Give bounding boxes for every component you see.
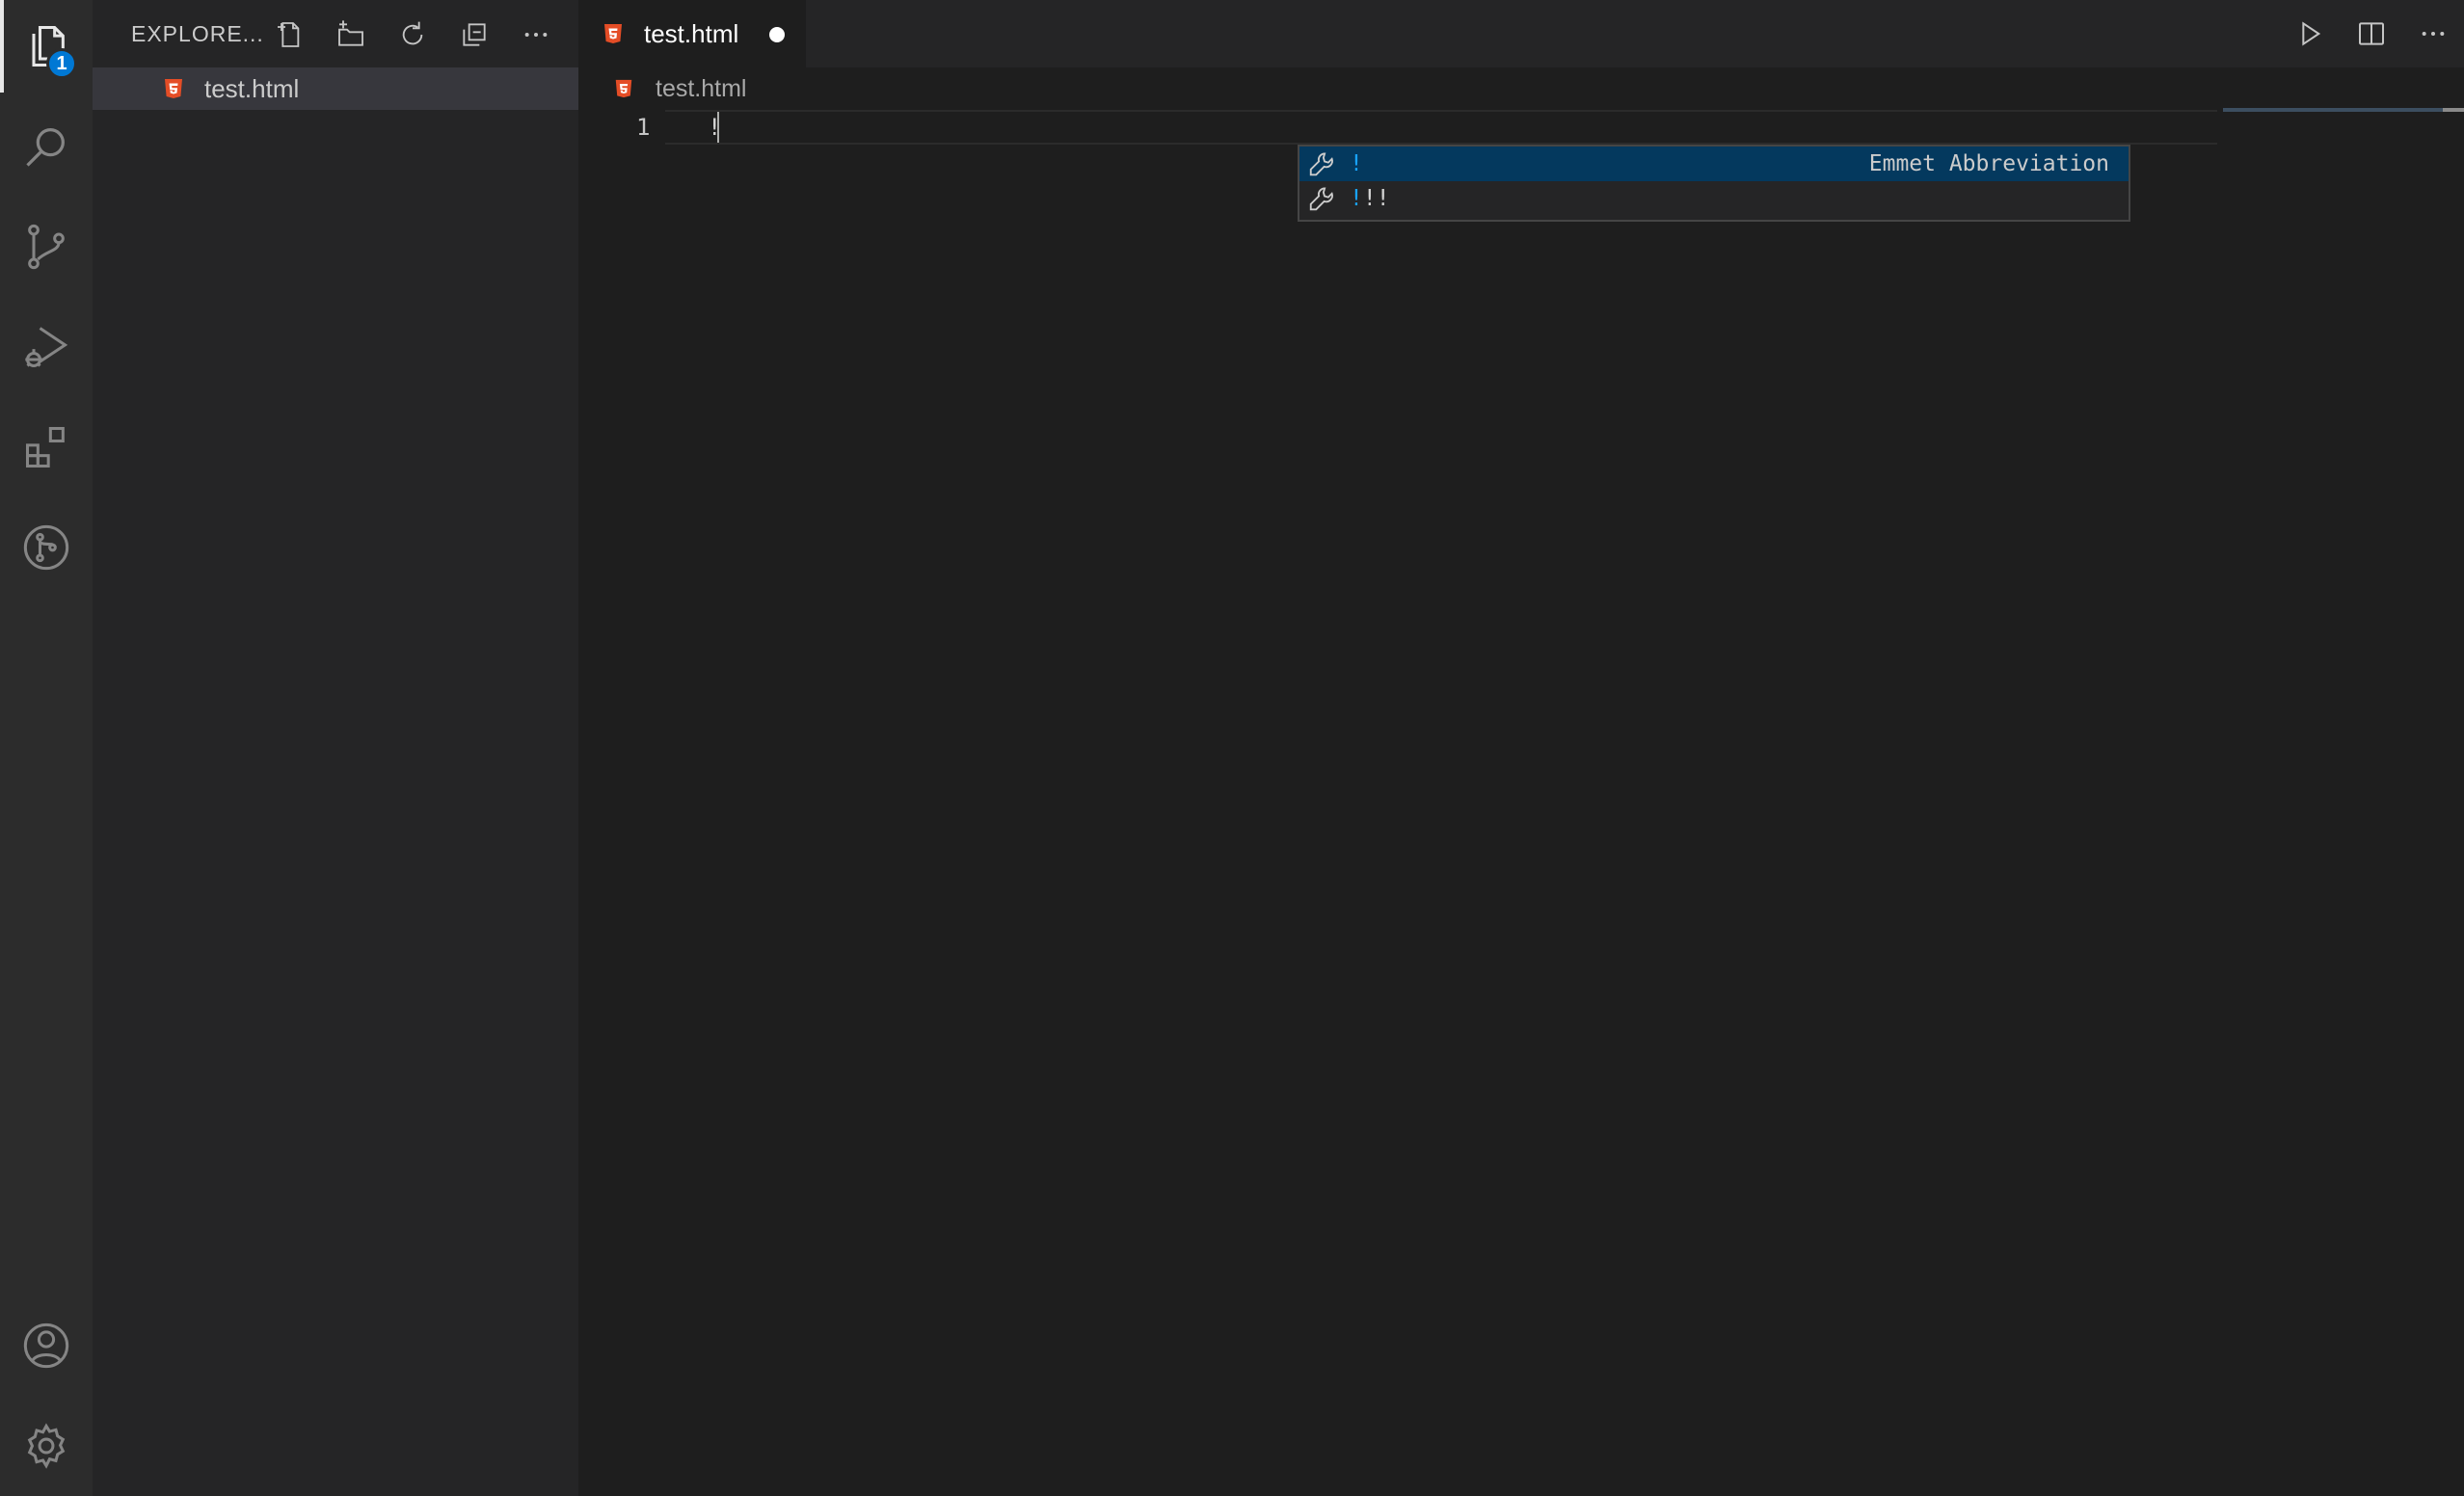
run-debug-icon [25,327,68,368]
new-file-icon [278,22,300,47]
suggest-match: ! [1350,151,1363,176]
split-editor-button[interactable] [2341,12,2402,56]
more-actions-icon [524,33,548,37]
tab-bar: test.html [578,0,2464,67]
search-icon [26,128,65,167]
collapse-all-icon [463,23,486,46]
explorer-button[interactable]: 1 [0,0,93,93]
explorer-sidebar: EXPLORE... test.html [93,0,578,1496]
vscode-window: 1 EXPLORE... test.html test.html test.ht… [0,0,2464,1496]
settings-button[interactable] [0,1400,93,1492]
more-actions-icon [2422,32,2445,36]
source-control-button[interactable] [0,200,93,293]
explorer-title: EXPLORE... [131,20,264,46]
file-name: test.html [204,73,300,103]
source-control-icon [28,224,65,270]
explorer-more-button[interactable] [505,13,567,56]
wrench-icon [1309,152,1333,176]
suggest-detail: Emmet Abbreviation [1868,151,2109,176]
suggest-match: ! [1350,186,1363,211]
extensions-button[interactable] [0,401,93,494]
run-debug-button[interactable] [0,301,93,393]
code-line[interactable]: ! [708,110,721,145]
git-graph-button[interactable] [0,501,93,594]
html5-icon [165,79,182,98]
tab-test-html[interactable]: test.html [578,0,806,67]
text-cursor [717,112,719,143]
editor-more-button[interactable] [2402,12,2464,56]
extensions-icon [25,426,65,468]
activity-bar: 1 [0,0,93,1496]
line-number: 1 [636,114,651,141]
new-file-button[interactable] [258,13,320,56]
new-folder-button[interactable] [320,13,382,56]
suggest-widget: ! Emmet Abbreviation ! !! [1298,145,2130,222]
tab-label: test.html [644,18,739,48]
unsaved-dot-icon[interactable] [769,27,785,42]
refresh-icon [402,21,423,45]
run-icon [2302,21,2321,46]
git-graph-icon [23,524,69,571]
current-line-highlight [665,110,2217,145]
minimap[interactable] [2223,108,2464,112]
wrench-icon [1309,187,1333,211]
new-folder-icon [338,20,363,46]
suggest-item[interactable]: ! Emmet Abbreviation [1299,147,2129,181]
html5-icon [615,79,632,98]
account-icon [23,1322,69,1369]
explorer-badge: 1 [46,48,77,79]
file-item-test-html[interactable]: test.html [93,67,578,110]
editor-area: test.html test.html 1 ! ! Emmet Abbrevia… [578,0,2464,1496]
breadcrumb[interactable]: test.html [578,67,2464,110]
refresh-button[interactable] [382,13,443,56]
collapse-all-button[interactable] [443,13,505,56]
split-editor-icon [2359,22,2384,45]
scrollbar[interactable] [2443,108,2464,112]
run-button[interactable] [2279,12,2341,56]
search-button[interactable] [0,100,93,193]
accounts-button[interactable] [0,1299,93,1392]
explorer-actions [258,13,567,56]
suggest-label: !! [1362,186,1390,211]
breadcrumb-file[interactable]: test.html [656,75,746,103]
html5-icon [604,24,622,43]
suggest-item[interactable]: ! !! [1299,181,2129,216]
editor-actions [2279,12,2464,56]
settings-gear-icon [27,1423,66,1469]
